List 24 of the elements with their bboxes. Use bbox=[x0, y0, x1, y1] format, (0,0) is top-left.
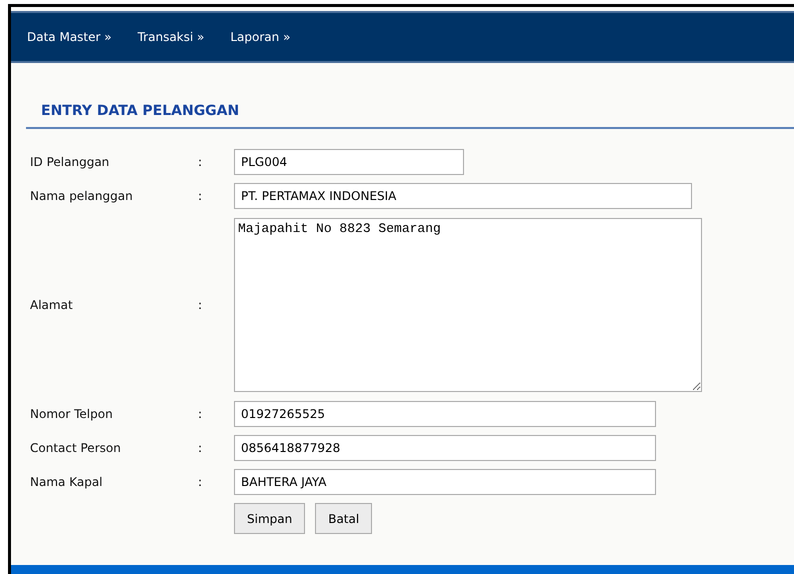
text-field[interactable]: 0856418877928 bbox=[234, 435, 656, 461]
field-label: Contact Person bbox=[30, 441, 122, 455]
field-label: Alamat bbox=[30, 298, 74, 312]
address-textarea[interactable]: Majapahit No 8823 Semarang bbox=[234, 218, 702, 392]
field-label: Nama Kapal bbox=[30, 475, 104, 489]
colon: : bbox=[198, 298, 204, 312]
text-field[interactable]: PT. PERTAMAX INDONESIA bbox=[234, 183, 692, 209]
colon: : bbox=[198, 441, 204, 455]
menu-item[interactable]: Transaksi » bbox=[138, 30, 204, 44]
colon: : bbox=[198, 407, 204, 421]
form-button[interactable]: Batal bbox=[315, 503, 372, 534]
text-field[interactable]: BAHTERA JAYA bbox=[234, 469, 656, 495]
field-label: ID Pelanggan bbox=[30, 155, 110, 169]
colon: : bbox=[198, 475, 204, 489]
menu-item[interactable]: Data Master » bbox=[27, 30, 112, 44]
field-label: Nomor Telpon bbox=[30, 407, 114, 421]
text-field[interactable]: 01927265525 bbox=[234, 401, 656, 427]
colon: : bbox=[198, 189, 204, 203]
text-field[interactable]: PLG004 bbox=[234, 149, 464, 175]
colon: : bbox=[198, 155, 204, 169]
form-button[interactable]: Simpan bbox=[234, 503, 306, 534]
form-title: ENTRY DATA PELANGGAN bbox=[41, 103, 240, 119]
menu-item[interactable]: Laporan » bbox=[230, 30, 290, 44]
field-label: Nama pelanggan bbox=[30, 189, 134, 203]
